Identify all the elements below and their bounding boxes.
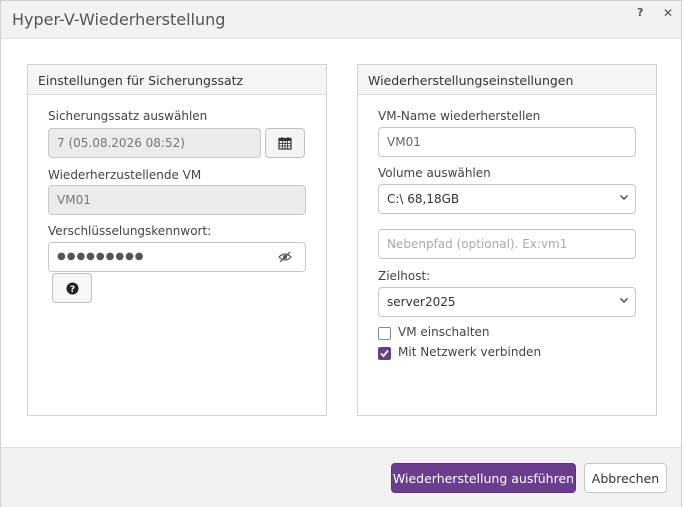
volume-select[interactable]: C:\ 68,18GB (378, 184, 636, 214)
backup-set-field[interactable]: 7 (05.08.2026 08:52) (48, 128, 261, 158)
password-help-button[interactable]: ? (52, 273, 92, 303)
dialog-title: Hyper-V-Wiederherstellung (12, 10, 226, 29)
cancel-button[interactable]: Abbrechen (584, 463, 667, 493)
close-icon[interactable]: ✕ (663, 6, 673, 20)
checkmark-icon (380, 349, 389, 358)
help-icon[interactable]: ? (637, 6, 643, 19)
vm-name-label: VM-Name wiederherstellen (378, 109, 541, 123)
power-on-label[interactable]: VM einschalten (398, 325, 490, 339)
run-restore-button[interactable]: Wiederherstellung ausführen (391, 463, 576, 493)
vm-label: Wiederherzustellende VM (48, 168, 202, 182)
target-host-select[interactable]: server2025 (378, 287, 636, 317)
svg-text:?: ? (69, 285, 74, 295)
chevron-down-icon (619, 185, 629, 213)
network-checkbox[interactable] (378, 347, 391, 360)
backup-set-label: Sicherungssatz auswählen (48, 109, 208, 123)
target-host-label: Zielhost: (378, 269, 431, 283)
hyperv-restore-dialog: Hyper-V-Wiederherstellung ? ✕ Einstellun… (0, 0, 682, 507)
power-on-checkbox[interactable] (378, 327, 391, 340)
subpath-input[interactable]: Nebenpfad (optional). Ex:vm1 (378, 229, 636, 259)
password-field[interactable]: ●●●●●●●●● (48, 242, 306, 272)
vm-name-input[interactable]: VM01 (378, 127, 636, 157)
backup-set-panel: Einstellungen für Sicherungssatz Sicheru… (27, 64, 327, 416)
volume-select-value: C:\ 68,18GB (387, 192, 460, 206)
restore-settings-panel: Wiederherstellungseinstellungen VM-Name … (357, 64, 657, 416)
password-label: Verschlüsselungskennwort: (48, 224, 212, 238)
eye-slash-icon[interactable] (278, 251, 292, 263)
network-label[interactable]: Mit Netzwerk verbinden (398, 345, 541, 359)
restore-settings-panel-heading: Wiederherstellungseinstellungen (358, 65, 656, 95)
calendar-icon (278, 137, 292, 150)
volume-label: Volume auswählen (378, 166, 491, 180)
calendar-button[interactable] (265, 128, 305, 158)
target-host-select-value: server2025 (387, 295, 456, 309)
vm-field[interactable]: VM01 (48, 185, 306, 215)
question-circle-icon: ? (66, 282, 78, 295)
chevron-down-icon (619, 288, 629, 316)
dialog-footer: Wiederherstellung ausführen Abbrechen (1, 447, 681, 507)
backup-set-panel-heading: Einstellungen für Sicherungssatz (28, 65, 326, 95)
dialog-titlebar: Hyper-V-Wiederherstellung ? ✕ (1, 1, 681, 39)
